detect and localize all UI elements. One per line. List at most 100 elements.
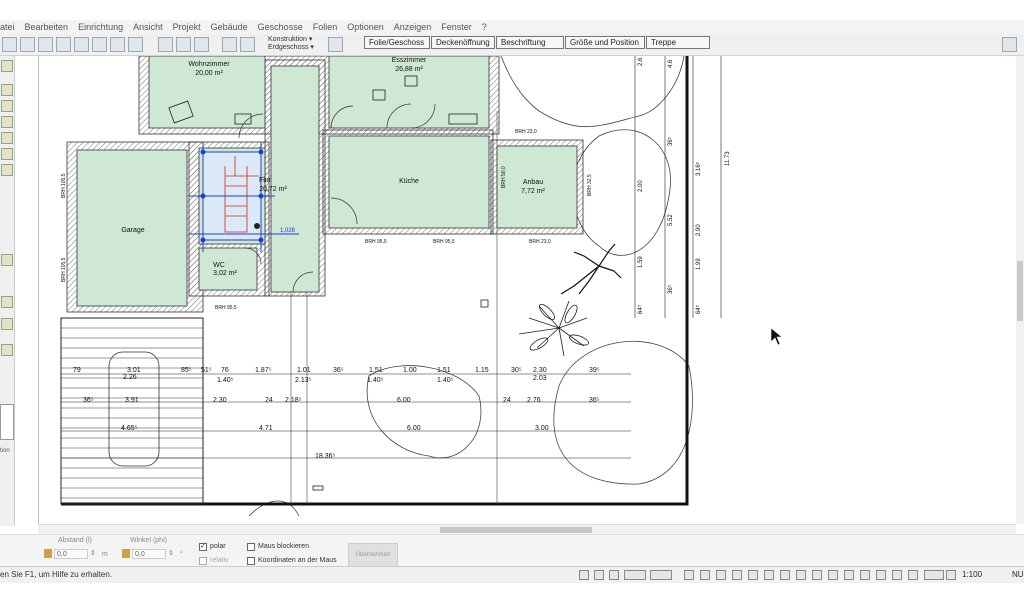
wall-icon[interactable]	[844, 570, 854, 580]
dimension-icon[interactable]	[908, 570, 918, 580]
terrain-tool-icon[interactable]	[1, 254, 13, 266]
koordinaten-checkbox[interactable]	[247, 557, 255, 565]
selection-tool-button[interactable]	[0, 404, 14, 440]
horizontal-scroll-thumb[interactable]	[440, 527, 592, 533]
svg-text:18.36⁵: 18.36⁵	[315, 453, 336, 460]
relativ-checkbox[interactable]	[199, 557, 207, 565]
layer-icon[interactable]	[194, 37, 209, 52]
print-icon[interactable]	[74, 37, 89, 52]
pencil-icon[interactable]	[609, 570, 619, 580]
uebernehmen-button[interactable]: Übernehmen	[348, 543, 398, 567]
zoom-in-icon[interactable]	[892, 570, 902, 580]
svg-text:2.03: 2.03	[533, 375, 547, 382]
house-icon[interactable]	[176, 37, 191, 52]
pen-tool-icon[interactable]	[1, 318, 13, 330]
door-icon[interactable]	[764, 570, 774, 580]
layer-toggle-icon[interactable]	[650, 570, 672, 580]
menu-datei[interactable]: atei	[0, 22, 15, 32]
drawing-canvas[interactable]: 1,026 Wohnzimmer 20,00 m² Esszimmer 26,8…	[38, 55, 1017, 524]
measure-icon[interactable]	[924, 570, 944, 580]
lock-icon[interactable]	[122, 549, 130, 558]
room-anbau[interactable]	[496, 145, 578, 229]
window-label: BRH 95,5	[215, 305, 237, 311]
tab-deckenoeffnung[interactable]: Deckenöffnung	[431, 36, 495, 49]
move-tool-icon[interactable]	[812, 570, 822, 580]
menu-gebaeude[interactable]: Gebäude	[211, 22, 248, 32]
menu-help[interactable]: ?	[482, 22, 487, 32]
stair-tool-icon[interactable]	[1, 148, 13, 160]
folie-select[interactable]: Konstruktion ▾	[268, 36, 314, 44]
grid-icon[interactable]	[579, 570, 589, 580]
object-tool-icon[interactable]	[1, 164, 13, 176]
tab-folie-geschoss[interactable]: Folie/Geschoss	[364, 36, 430, 49]
menu-einrichtung[interactable]: Einrichtung	[78, 22, 123, 32]
tab-treppe[interactable]: Treppe	[646, 36, 710, 49]
roof-tool-icon[interactable]	[1, 84, 13, 96]
stair-icon[interactable]	[828, 570, 838, 580]
hatch-icon[interactable]	[716, 570, 726, 580]
floor-tool-icon[interactable]	[1, 100, 13, 112]
carport-slats	[61, 327, 203, 499]
svg-text:36⁵: 36⁵	[667, 136, 674, 146]
cut-tool-icon[interactable]	[780, 570, 790, 580]
menu-folien[interactable]: Folien	[313, 22, 338, 32]
scale-readout[interactable]: 1:100	[962, 570, 982, 579]
abstand-stepper[interactable]: ⇕	[90, 549, 96, 557]
dimension-tool-icon[interactable]	[1, 344, 13, 356]
menu-fenster[interactable]: Fenster	[441, 22, 472, 32]
text-icon[interactable]	[876, 570, 886, 580]
camera-icon[interactable]	[946, 570, 956, 580]
print-preview-icon[interactable]	[92, 37, 107, 52]
svg-text:1.00: 1.00	[403, 367, 417, 374]
svg-text:1.87⁵: 1.87⁵	[255, 367, 272, 374]
ortho-icon[interactable]	[594, 570, 604, 580]
book-icon[interactable]	[1002, 37, 1017, 52]
tab-beschriftung[interactable]: Beschriftung	[496, 36, 564, 49]
zoom-icon[interactable]	[110, 37, 125, 52]
move-icon[interactable]	[222, 37, 237, 52]
symbol-icon[interactable]	[732, 570, 742, 580]
menu-bearbeiten[interactable]: Bearbeiten	[25, 22, 69, 32]
svg-text:1.51: 1.51	[437, 367, 451, 374]
vertical-scrollbar[interactable]	[1016, 56, 1024, 524]
undo-icon[interactable]	[20, 37, 35, 52]
room-wc[interactable]	[198, 247, 258, 291]
layer-selector[interactable]: Konstruktion ▾ Erdgeschoss ▾	[268, 36, 314, 52]
crosshair-icon[interactable]	[240, 37, 255, 52]
abstand-input[interactable]: 0,0	[54, 549, 88, 559]
winkel-input[interactable]: 0,0	[132, 549, 166, 559]
menu-ansicht[interactable]: Ansicht	[133, 22, 163, 32]
3d-view-icon[interactable]	[158, 37, 173, 52]
select-icon[interactable]	[128, 37, 143, 52]
palette-icon[interactable]	[328, 37, 343, 52]
polar-checkbox[interactable]: ✓	[199, 543, 207, 551]
vertical-scroll-thumb[interactable]	[1017, 261, 1023, 321]
tree-icon[interactable]	[748, 570, 758, 580]
window-icon[interactable]	[796, 570, 806, 580]
plant-icon[interactable]	[700, 570, 710, 580]
window-tool-icon[interactable]	[1, 116, 13, 128]
redo-icon[interactable]	[38, 37, 53, 52]
menu-anzeigen[interactable]: Anzeigen	[394, 22, 432, 32]
tab-groesse-position[interactable]: Größe und Position	[565, 36, 645, 49]
svg-text:3.16⁵: 3.16⁵	[695, 161, 702, 176]
svg-text:4.6: 4.6	[668, 59, 674, 68]
lock-icon[interactable]	[44, 549, 52, 558]
room-hall[interactable]	[270, 65, 320, 293]
property-tabs: Folie/Geschoss Deckenöffnung Beschriftun…	[364, 36, 711, 49]
save-icon[interactable]	[2, 37, 17, 52]
door-tool-icon[interactable]	[1, 132, 13, 144]
geschoss-select[interactable]: Erdgeschoss ▾	[268, 44, 314, 52]
snap-icon[interactable]	[624, 570, 646, 580]
menu-optionen[interactable]: Optionen	[347, 22, 384, 32]
wall-tool-icon[interactable]	[1, 60, 13, 72]
maus-blockieren-checkbox[interactable]	[247, 543, 255, 551]
room-icon[interactable]	[860, 570, 870, 580]
menu-geschosse[interactable]: Geschosse	[258, 22, 303, 32]
svg-text:64⁵: 64⁵	[637, 304, 644, 314]
menu-projekt[interactable]: Projekt	[173, 22, 201, 32]
text-tool-icon[interactable]	[1, 296, 13, 308]
table-icon[interactable]	[684, 570, 694, 580]
cut-icon[interactable]	[56, 37, 71, 52]
winkel-stepper[interactable]: ⇕	[168, 549, 174, 557]
